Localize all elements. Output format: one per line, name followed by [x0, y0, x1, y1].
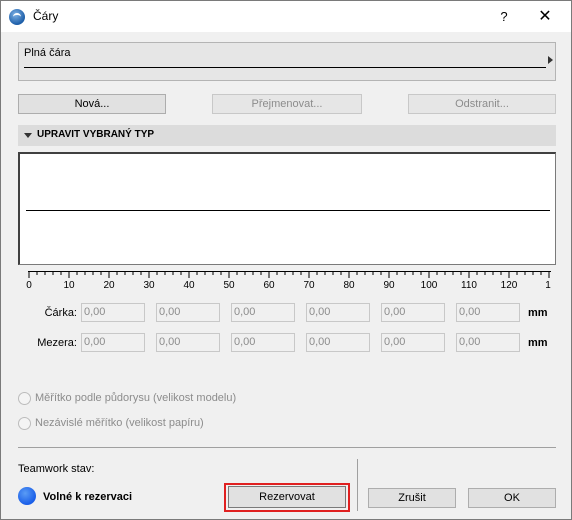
chevron-down-icon [24, 133, 32, 138]
dialog-title: Čáry [33, 9, 59, 23]
ruler-tick-label: 20 [103, 280, 115, 291]
close-button[interactable]: ✕ [525, 5, 565, 29]
ruler-tick-label: 80 [343, 280, 355, 291]
ruler-tick-label: 90 [383, 280, 395, 291]
vertical-divider [357, 459, 358, 511]
selected-line-type-name: Plná čára [24, 47, 71, 59]
dash-field-6[interactable]: 0,00 [456, 303, 520, 322]
radio-paper-scale-label: Nezávislé měřítko (velikost papíru) [35, 417, 204, 429]
ruler: 0 10 20 30 40 50 60 70 80 90 100 110 120 1 [26, 271, 552, 293]
line-preview-canvas[interactable] [18, 152, 556, 265]
new-button[interactable]: Nová... [18, 94, 166, 114]
ruler-tick-label: 70 [303, 280, 315, 291]
ruler-tick-label: 40 [183, 280, 195, 291]
chevron-right-icon [548, 56, 553, 64]
dash-field-5[interactable]: 0,00 [381, 303, 445, 322]
gap-label: Mezera: [37, 337, 77, 349]
edit-selected-type-header[interactable]: UPRAVIT VYBRANÝ TYP [18, 125, 556, 146]
ruler-tick-label: 110 [461, 280, 477, 291]
ruler-tick-label: 10 [63, 280, 75, 291]
help-button[interactable]: ? [487, 5, 521, 29]
line-type-preview-line [24, 67, 546, 68]
dash-field-2[interactable]: 0,00 [156, 303, 220, 322]
radio-paper-scale[interactable] [18, 417, 31, 430]
dash-unit: mm [528, 307, 548, 319]
title-bar: Čáry ? ✕ [1, 1, 571, 32]
dash-label: Čárka: [44, 307, 77, 319]
dialog-content: Plná čára Nová... Přejmenovat... Odstran… [1, 32, 571, 519]
gap-field-5[interactable]: 0,00 [381, 333, 445, 352]
gap-field-3[interactable]: 0,00 [231, 333, 295, 352]
ruler-tick-label: 1 [545, 280, 551, 291]
gap-field-2[interactable]: 0,00 [156, 333, 220, 352]
lines-dialog: Čáry ? ✕ Plná čára Nová... Přejmenovat..… [0, 0, 572, 520]
divider [18, 447, 556, 448]
line-type-selector[interactable]: Plná čára [18, 42, 556, 81]
teamwork-status-text: Volné k rezervaci [43, 491, 133, 503]
dash-field-4[interactable]: 0,00 [306, 303, 370, 322]
ruler-tick-label: 100 [420, 280, 438, 291]
gap-field-6[interactable]: 0,00 [456, 333, 520, 352]
dash-field-1[interactable]: 0,00 [81, 303, 145, 322]
delete-button[interactable]: Odstranit... [408, 94, 556, 114]
dash-field-3[interactable]: 0,00 [231, 303, 295, 322]
preview-line [26, 210, 550, 211]
radio-model-scale-label: Měřítko podle půdorysu (velikost modelu) [35, 392, 237, 404]
ruler-tick-label: 0 [26, 280, 32, 291]
ruler-tick-label: 60 [263, 280, 275, 291]
radio-model-scale[interactable] [18, 392, 31, 405]
ruler-tick-label: 120 [500, 280, 518, 291]
teamwork-status-label: Teamwork stav: [18, 463, 95, 475]
gap-field-1[interactable]: 0,00 [81, 333, 145, 352]
ruler-tick-label: 30 [143, 280, 155, 291]
rename-button[interactable]: Přejmenovat... [212, 94, 362, 114]
gap-field-4[interactable]: 0,00 [306, 333, 370, 352]
ruler-tick-label: 50 [223, 280, 235, 291]
reserve-highlight-frame [224, 483, 350, 512]
cancel-button[interactable]: Zrušit [368, 488, 456, 508]
section-title: UPRAVIT VYBRANÝ TYP [37, 129, 155, 140]
archicad-logo-icon [9, 9, 25, 25]
ok-button[interactable]: OK [468, 488, 556, 508]
gap-unit: mm [528, 337, 548, 349]
status-indicator-icon [18, 487, 36, 505]
